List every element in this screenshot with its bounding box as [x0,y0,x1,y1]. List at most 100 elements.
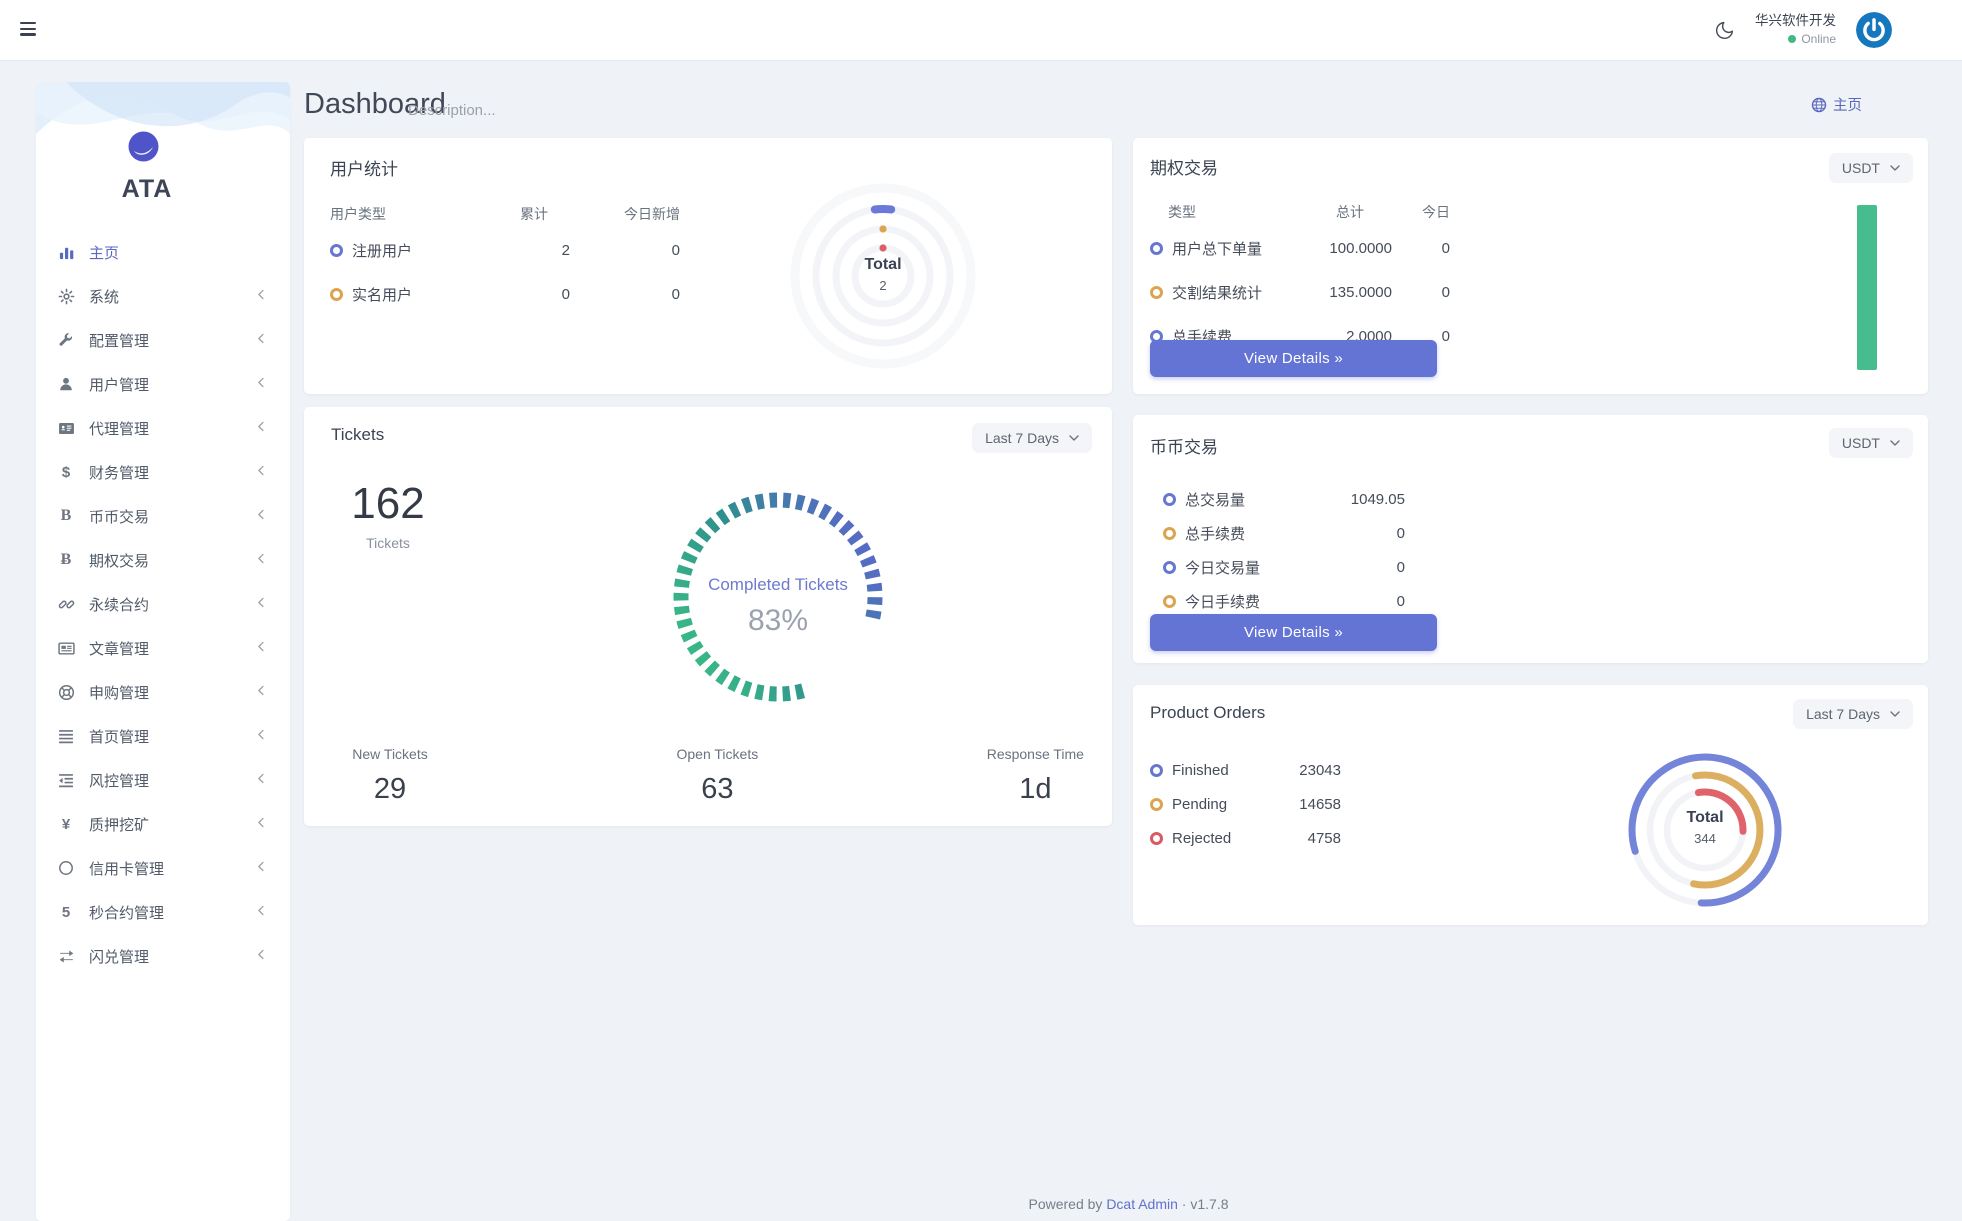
sidebar-item-label: 用户管理 [89,374,149,395]
options-title: 期权交易 [1150,154,1911,179]
row-total: 0 [498,286,570,303]
chevron-left-icon [255,596,268,609]
footer-separator: · [1182,1196,1187,1212]
chevron-down-icon [1890,440,1900,446]
row-value: 1049.05 [1313,491,1405,508]
sidebar-item-home[interactable]: 主页 [36,230,290,274]
sidebar-item-flash-exchange[interactable]: 闪兑管理 [36,934,290,978]
yen-icon: ¥ [56,817,76,832]
sidebar-menu: 主页 系统 配置管理 用户管理 代理管理 [36,230,290,978]
sidebar-item-label: 秒合约管理 [89,902,164,923]
sidebar-item-staking[interactable]: ¥ 质押挖矿 [36,802,290,846]
sidebar: ATA 主页 系统 配置管理 用户管理 [36,82,290,1221]
footer-dcat-link[interactable]: Dcat Admin [1106,1196,1178,1212]
sidebar-item-subscription[interactable]: 申购管理 [36,670,290,714]
online-status-dot [1788,35,1796,43]
chevron-left-icon [255,420,268,433]
sidebar-item-system[interactable]: 系统 [36,274,290,318]
donut-total-label: Total [778,256,988,274]
row-today: 0 [570,242,680,259]
stat-open-tickets: Open Tickets 63 [677,746,759,806]
chevron-left-icon [255,772,268,785]
footer-version: v1.7.8 [1190,1196,1228,1212]
tickets-card: Tickets Last 7 Days 162 Tickets Complete… [304,407,1112,826]
orange-ring-icon [1150,798,1163,811]
options-view-details-button[interactable]: View Details » [1150,340,1437,377]
table-row: Rejected 4758 [1150,821,1911,855]
options-trading-card: 期权交易 类型 总计 今日 用户总下单量 100.0000 0 交割结果统计 1… [1133,138,1928,394]
sidebar-item-articles[interactable]: 文章管理 [36,626,290,670]
letter-b-icon: B [56,508,76,524]
user-avatar[interactable] [1856,12,1892,48]
app-logo [127,130,160,163]
table-row: 总手续费 0 [1163,516,1911,550]
app-logo-text: ATA [36,175,258,204]
sidebar-item-label: 首页管理 [89,726,149,747]
col-today: 今日 [1392,202,1450,222]
chevron-left-icon [255,508,268,521]
sidebar-item-second-contract[interactable]: 5 秒合约管理 [36,890,290,934]
sidebar-item-agents[interactable]: 代理管理 [36,406,290,450]
orders-filter-select[interactable]: Last 7 Days [1793,699,1913,729]
donut-center: Total 344 [1620,809,1790,846]
tickets-filter-select[interactable]: Last 7 Days [972,423,1092,453]
coin-view-details-button[interactable]: View Details » [1150,614,1437,651]
online-status-label: Online [1801,32,1836,47]
footer: Powered by Dcat Admin · v1.7.8 [295,1196,1962,1212]
chevron-left-icon [255,684,268,697]
filter-value: Last 7 Days [1806,706,1880,722]
bitcoin-icon: Ƀ [56,552,76,568]
sidebar-item-options-trading[interactable]: Ƀ 期权交易 [36,538,290,582]
sidebar-item-label: 闪兑管理 [89,946,149,967]
exchange-icon [56,948,76,965]
wrench-icon [56,332,76,348]
sidebar-item-users[interactable]: 用户管理 [36,362,290,406]
orange-ring-icon [1163,595,1176,608]
sidebar-item-label: 主页 [89,242,119,263]
sidebar-item-label: 系统 [89,286,119,307]
tickets-count-label: Tickets [330,535,446,551]
chevron-left-icon [255,904,268,917]
chevron-left-icon [255,288,268,301]
row-value: 14658 [1290,796,1341,813]
row-label: 实名用户 [352,284,412,305]
sidebar-item-spot-trading[interactable]: B 币币交易 [36,494,290,538]
sidebar-item-credit-card[interactable]: 信用卡管理 [36,846,290,890]
sidebar-item-label: 币币交易 [89,506,149,527]
outdent-icon [56,772,76,788]
row-value: 0 [1313,593,1405,610]
table-row: 总交易量 1049.05 [1163,482,1911,516]
chevron-left-icon [255,860,268,873]
user-menu[interactable]: 华兴软件开发 Online [1755,13,1836,47]
footer-powered: Powered by [1028,1196,1102,1212]
dark-mode-moon-icon[interactable] [1714,20,1735,41]
row-label: 今日交易量 [1185,557,1260,578]
tickets-count-value: 162 [330,479,446,529]
gauge-center: Completed Tickets 83% [598,575,958,638]
coin-currency-select[interactable]: USDT [1829,428,1913,458]
sidebar-item-risk-control[interactable]: 风控管理 [36,758,290,802]
sidebar-item-label: 风控管理 [89,770,149,791]
row-value: 4758 [1290,830,1341,847]
sidebar-item-label: 代理管理 [89,418,149,439]
row-label: Pending [1172,796,1227,813]
blue-ring-icon [330,244,343,257]
newspaper-icon [56,640,76,657]
table-row: 交割结果统计 135.0000 0 [1150,275,1911,310]
sidebar-item-config[interactable]: 配置管理 [36,318,290,362]
sidebar-item-label: 永续合约 [89,594,149,615]
hamburger-menu-icon[interactable] [20,22,36,37]
col-total: 累计 [498,204,570,224]
gear-icon [56,288,76,305]
chevron-left-icon [255,552,268,565]
chevron-down-icon [1890,165,1900,171]
breadcrumb[interactable]: 主页 [1811,94,1862,115]
chevron-left-icon [255,728,268,741]
stat-value: 63 [677,773,759,806]
sidebar-item-homepage[interactable]: 首页管理 [36,714,290,758]
blue-ring-icon [1163,561,1176,574]
sidebar-item-perpetual[interactable]: 永续合约 [36,582,290,626]
options-currency-select[interactable]: USDT [1829,153,1913,183]
sidebar-item-finance[interactable]: $ 财务管理 [36,450,290,494]
row-value: 0 [1313,559,1405,576]
